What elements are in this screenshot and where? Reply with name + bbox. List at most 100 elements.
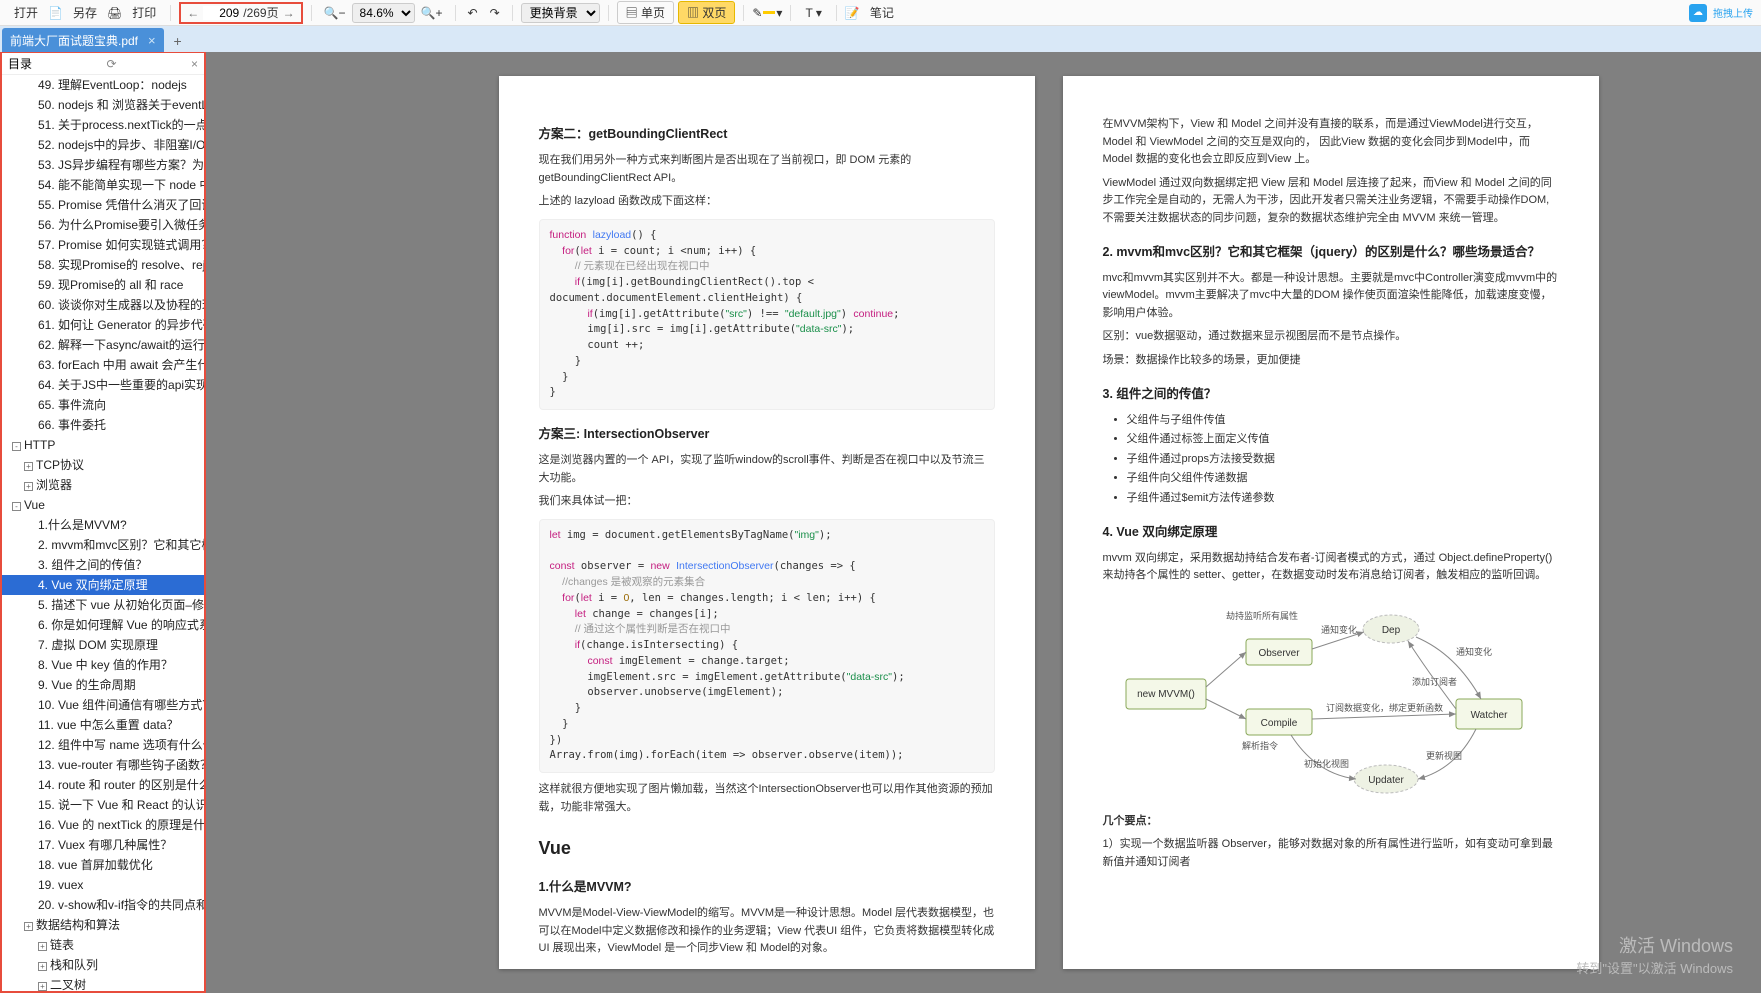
toc-item[interactable]: 66. 事件委托 xyxy=(2,415,204,435)
paragraph: 现在我们用另外一种方式来判断图片是否出现在了当前视口，即 DOM 元素的 get… xyxy=(539,152,995,187)
toc-item[interactable]: 54. 能不能简单实现一下 node 中回调 xyxy=(2,175,204,195)
toc-item[interactable]: 4. Vue 双向绑定原理 xyxy=(2,575,204,595)
zoom-in-icon[interactable]: 🔍+ xyxy=(417,4,447,22)
redo-icon[interactable]: ↷ xyxy=(486,4,504,22)
svg-text:添加订阅者: 添加订阅者 xyxy=(1412,677,1457,687)
toc-item[interactable]: 65. 事件流向 xyxy=(2,395,204,415)
close-tab-icon[interactable]: × xyxy=(148,33,156,48)
toc-item[interactable]: 58. 实现Promise的 resolve、reject 方 xyxy=(2,255,204,275)
toc-item[interactable]: 19. vuex xyxy=(2,875,204,895)
toc-item[interactable]: 20. v-show和v-if指令的共同点和不同 xyxy=(2,895,204,915)
paragraph: 区别：vue数据驱动，通过数据来显示视图层而不是节点操作。 xyxy=(1103,328,1559,346)
toc-item[interactable]: 55. Promise 凭借什么消灭了回调地狱 xyxy=(2,195,204,215)
toc-item[interactable]: 49. 理解EventLoop：nodejs xyxy=(2,75,204,95)
toc-item[interactable]: 53. JS异步编程有哪些方案？为什么会 xyxy=(2,155,204,175)
toc-item[interactable]: 60. 谈谈你对生成器以及协程的理解 xyxy=(2,295,204,315)
list-item: 父组件与子组件传值 xyxy=(1127,412,1559,430)
toc-item[interactable]: 56. 为什么Promise要引入微任务？ xyxy=(2,215,204,235)
toc-sidebar: 目录 ⟳ × 49. 理解EventLoop：nodejs50. nodejs … xyxy=(0,52,206,993)
heading: 1.什么是MVVM? xyxy=(539,877,995,897)
toc-item[interactable]: 3. 组件之间的传值？ xyxy=(2,555,204,575)
sidebar-reload-icon[interactable]: ⟳ xyxy=(106,57,116,71)
next-page-arrow[interactable]: → xyxy=(283,6,295,20)
highlight-color[interactable]: ✎▾ xyxy=(752,6,782,20)
toc-item[interactable]: 61. 如何让 Generator 的异步代码按排 xyxy=(2,315,204,335)
zoom-out-icon[interactable]: 🔍− xyxy=(320,4,350,22)
toc-item[interactable]: 50. nodejs 和 浏览器关于eventLoop xyxy=(2,95,204,115)
toc-item[interactable]: 10. Vue 组件间通信有哪些方式？ xyxy=(2,695,204,715)
double-page-button[interactable]: ▥ 双页 xyxy=(678,1,735,24)
toc-item[interactable]: +TCP协议 xyxy=(2,455,204,475)
toc-item[interactable]: 15. 说一下 Vue 和 React 的认识，做 xyxy=(2,795,204,815)
toc-item[interactable]: 18. vue 首屏加载优化 xyxy=(2,855,204,875)
mvvm-diagram: new MVVM() Observer Compile Dep Watcher … xyxy=(1116,599,1546,799)
svg-text:通知变化: 通知变化 xyxy=(1456,646,1492,657)
toc-item[interactable]: -HTTP xyxy=(2,435,204,455)
undo-icon[interactable]: ↶ xyxy=(464,4,482,22)
print-button[interactable]: 打印 xyxy=(126,2,162,23)
toc-item[interactable]: 57. Promise 如何实现链式调用？ xyxy=(2,235,204,255)
toc-item[interactable]: 62. 解释一下async/await的运行机制。 xyxy=(2,335,204,355)
paragraph: 这是浏览器内置的一个 API，实现了监听window的scroll事件、判断是否… xyxy=(539,452,995,487)
cloud-icon[interactable]: ☁ xyxy=(1689,4,1707,22)
toc-item[interactable]: +栈和队列 xyxy=(2,955,204,975)
svg-text:订阅数据变化，绑定更新函数: 订阅数据变化，绑定更新函数 xyxy=(1326,702,1443,713)
paragraph: 几个要点： xyxy=(1103,813,1559,831)
single-page-button[interactable]: ▤ 单页 xyxy=(617,1,674,24)
toc-item[interactable]: 64. 关于JS中一些重要的api实现 xyxy=(2,375,204,395)
toc-item[interactable]: 14. route 和 router 的区别是什么？ xyxy=(2,775,204,795)
paragraph: 1）实现一个数据监听器 Observer，能够对数据对象的所有属性进行监听，如有… xyxy=(1103,836,1559,871)
toc-item[interactable]: -Vue xyxy=(2,495,204,515)
paragraph: 在MVVM架构下，View 和 Model 之间并没有直接的联系，而是通过Vie… xyxy=(1103,116,1559,169)
note-icon[interactable]: 📝 xyxy=(845,6,860,20)
code-block: function lazyload() { for(let i = count;… xyxy=(539,219,995,410)
toc-item[interactable]: 17. Vuex 有哪几种属性？ xyxy=(2,835,204,855)
heading: 4. Vue 双向绑定原理 xyxy=(1103,522,1559,542)
toc-item[interactable]: +浏览器 xyxy=(2,475,204,495)
saveas-icon[interactable]: 📄 xyxy=(48,6,63,20)
toc-list[interactable]: 49. 理解EventLoop：nodejs50. nodejs 和 浏览器关于… xyxy=(2,75,204,991)
toc-item[interactable]: 8. Vue 中 key 值的作用？ xyxy=(2,655,204,675)
prev-page-arrow[interactable]: ← xyxy=(187,6,199,20)
heading: 方案三: IntersectionObserver xyxy=(539,424,995,444)
toc-item[interactable]: 7. 虚拟 DOM 实现原理 xyxy=(2,635,204,655)
svg-text:解析指令: 解析指令 xyxy=(1242,740,1278,751)
file-tab[interactable]: 前端大厂面试题宝典.pdf × xyxy=(2,28,164,52)
toolbar: 打开 📄 另存 🖨 打印 ← /269页 → 🔍− 84.6% 🔍+ ↶ ↷ 更… xyxy=(0,0,1761,26)
toc-item[interactable]: 2. mvvm和mvc区别？它和其它框架 xyxy=(2,535,204,555)
toc-item[interactable]: +链表 xyxy=(2,935,204,955)
toc-item[interactable]: +数据结构和算法 xyxy=(2,915,204,935)
toc-item[interactable]: 51. 关于process.nextTick的一点说明 xyxy=(2,115,204,135)
toc-item[interactable]: 13. vue-router 有哪些钩子函数？ xyxy=(2,755,204,775)
zoom-select[interactable]: 84.6% xyxy=(352,3,415,23)
text-tool[interactable]: T ▾ xyxy=(799,4,827,22)
open-button[interactable]: 打开 xyxy=(8,2,44,23)
toc-item[interactable]: 12. 组件中写 name 选项有什么作用？ xyxy=(2,735,204,755)
saveas-button[interactable]: 另存 xyxy=(67,2,103,23)
print-icon[interactable]: 🖨 xyxy=(107,6,122,20)
toc-item[interactable]: 63. forEach 中用 await 会产生什么问 xyxy=(2,355,204,375)
toc-item[interactable]: 9. Vue 的生命周期 xyxy=(2,675,204,695)
toc-item[interactable]: 5. 描述下 vue 从初始化页面–修改数 xyxy=(2,595,204,615)
toc-item[interactable]: 59. 现Promise的 all 和 race xyxy=(2,275,204,295)
zoom-controls: 🔍− 84.6% 🔍+ xyxy=(320,3,447,23)
list-item: 子组件向父组件传递数据 xyxy=(1127,470,1559,488)
note-button[interactable]: 笔记 xyxy=(864,2,900,23)
upload-hint: 拖拽上传 xyxy=(1713,5,1753,20)
document-viewport[interactable]: 方案二：getBoundingClientRect 现在我们用另外一种方式来判断… xyxy=(206,52,1761,993)
page-navigator: ← /269页 → xyxy=(179,2,302,24)
svg-text:Dep: Dep xyxy=(1381,625,1400,636)
page-left: 方案二：getBoundingClientRect 现在我们用另外一种方式来判断… xyxy=(499,76,1035,969)
toc-item[interactable]: 52. nodejs中的异步、非阻塞I/O是如 xyxy=(2,135,204,155)
page-input[interactable] xyxy=(203,6,239,20)
add-tab-button[interactable]: + xyxy=(167,30,189,52)
paragraph: 上述的 lazyload 函数改成下面这样： xyxy=(539,193,995,211)
toc-item[interactable]: 11. vue 中怎么重置 data？ xyxy=(2,715,204,735)
toc-item[interactable]: +二叉树 xyxy=(2,975,204,991)
sidebar-close-icon[interactable]: × xyxy=(191,57,198,71)
toc-item[interactable]: 1.什么是MVVM? xyxy=(2,515,204,535)
paragraph: MVVM是Model-View-ViewModel的缩写。MVVM是一种设计思想… xyxy=(539,905,995,958)
background-select[interactable]: 更换背景 xyxy=(521,3,600,23)
toc-item[interactable]: 6. 你是如何理解 Vue 的响应式系统的 xyxy=(2,615,204,635)
toc-item[interactable]: 16. Vue 的 nextTick 的原理是什么？ xyxy=(2,815,204,835)
